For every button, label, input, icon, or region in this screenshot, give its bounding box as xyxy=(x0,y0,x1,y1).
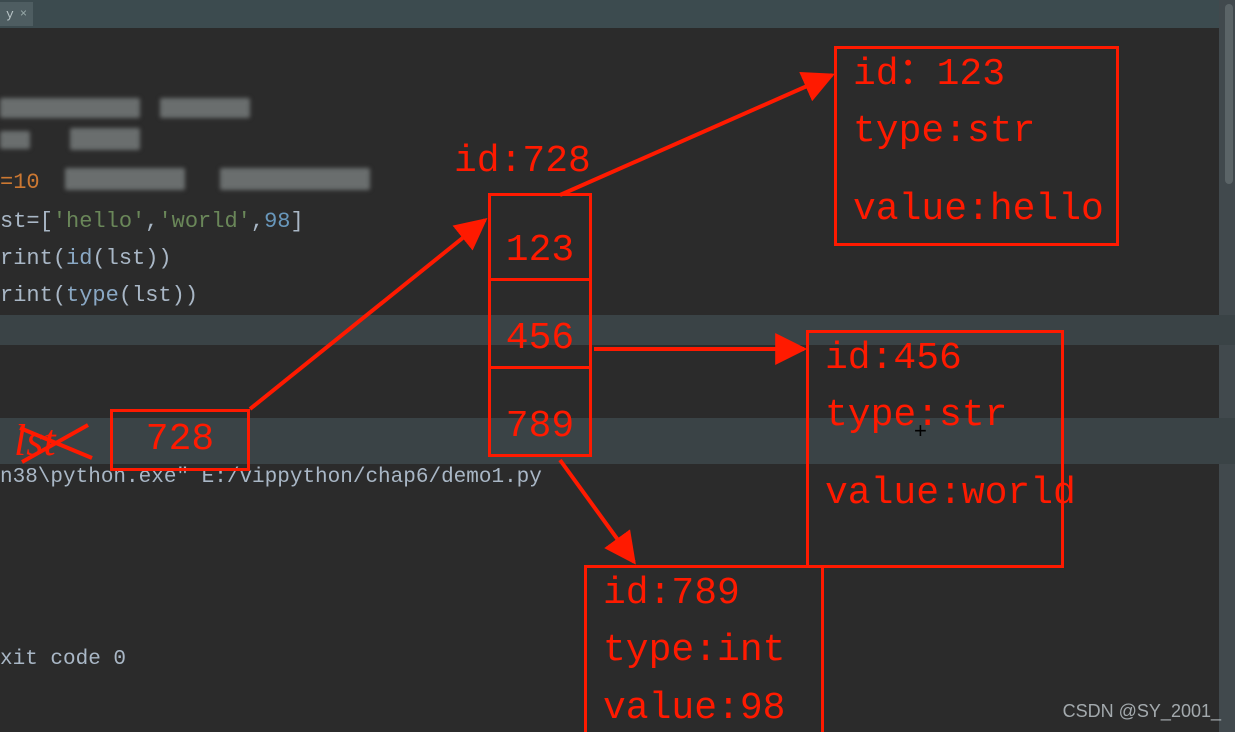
annotation-cell: 456 xyxy=(488,281,592,369)
annotation-id728: id:728 xyxy=(454,136,591,187)
annotation-lst-label: lst xyxy=(14,415,56,466)
code-line[interactable]: rint(id(lst)) xyxy=(0,241,172,277)
annotation-text: value:98 xyxy=(587,683,821,732)
annotation-text: type:int xyxy=(587,625,821,682)
console-output: xit code 0 xyxy=(0,648,126,671)
redacted-block xyxy=(160,98,250,118)
code-line[interactable]: st=['hello','world',98] xyxy=(0,204,304,240)
annotation-box-int: id:789 type:int value:98 xyxy=(584,565,824,732)
annotation-text: id：123 xyxy=(837,49,1116,106)
code-line[interactable]: rint(type(lst)) xyxy=(0,278,198,314)
annotation-text: id:789 xyxy=(587,568,821,625)
annotation-box-world: id:456 type:str value:world xyxy=(806,330,1064,568)
annotation-text: type:str xyxy=(809,390,1061,447)
annotation-text: value:hello xyxy=(837,184,1116,241)
annotation-text: id:456 xyxy=(809,333,1061,390)
redacted-block xyxy=(70,128,140,150)
close-icon[interactable]: × xyxy=(20,7,27,21)
annotation-box-hello: id：123 type:str value:hello xyxy=(834,46,1119,246)
annotation-text: 728 xyxy=(146,414,214,465)
file-tab[interactable]: y × xyxy=(0,2,33,26)
tab-label: y xyxy=(6,7,14,22)
annotation-cell: 789 xyxy=(488,369,592,457)
redacted-block xyxy=(0,98,140,118)
annotation-text: type:str xyxy=(837,106,1116,163)
redacted-block xyxy=(0,131,30,149)
tab-bar: y × xyxy=(0,0,1235,28)
annotation-cell: 123 xyxy=(488,193,592,281)
annotation-text: value:world xyxy=(809,468,1061,525)
annotation-cell-stack: 123 456 789 xyxy=(488,193,592,457)
watermark: CSDN @SY_2001_ xyxy=(1063,701,1221,722)
cursor-icon: + xyxy=(914,418,927,444)
annotation-box-728: 728 xyxy=(110,409,250,471)
redacted-block xyxy=(220,168,370,190)
console-output: n38\python.exe" E:/vippython/chap6/demo1… xyxy=(0,466,542,489)
redacted-block xyxy=(65,168,185,190)
scrollbar-track[interactable] xyxy=(1219,0,1235,732)
code-line[interactable]: =10 xyxy=(0,165,40,201)
